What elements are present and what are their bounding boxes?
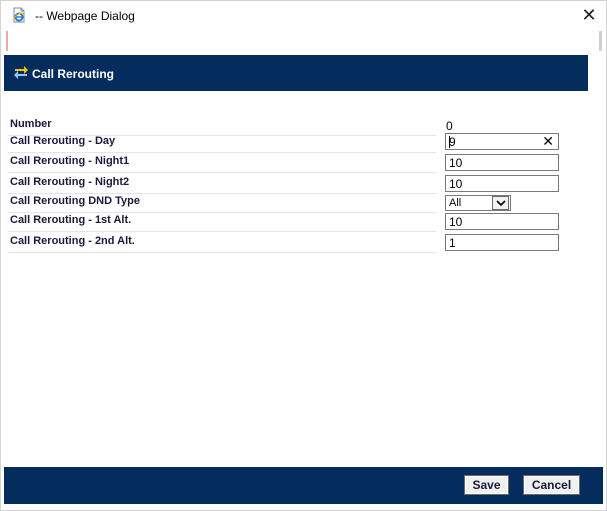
form-row-day: Call Rerouting - Day: [8, 133, 436, 153]
section-header: Call Rerouting: [4, 55, 588, 91]
number-value: 0: [446, 119, 453, 133]
night1-label: Call Rerouting - Night1: [10, 155, 130, 167]
form-row-dnd-type: Call Rerouting DND Type: [8, 193, 436, 213]
night1-input-value: 10: [449, 156, 463, 170]
section-title: Call Rerouting: [32, 67, 115, 81]
alt1-input-value: 10: [449, 215, 463, 229]
chevron-down-icon[interactable]: [492, 196, 509, 210]
save-button[interactable]: Save: [464, 475, 509, 495]
form-row-alt1: Call Rerouting - 1st Alt.: [8, 212, 436, 232]
dialog-footer: Save Cancel: [4, 467, 603, 504]
scrollbar[interactable]: [599, 31, 602, 51]
notification-strip: [6, 31, 8, 51]
alt1-label: Call Rerouting - 1st Alt.: [10, 214, 132, 226]
day-label: Call Rerouting - Day: [10, 135, 116, 147]
dnd-type-label: Call Rerouting DND Type: [10, 195, 140, 207]
alt2-input-value: 1: [449, 236, 456, 250]
window-title: -- Webpage Dialog: [35, 9, 135, 23]
form-row-alt2: Call Rerouting - 2nd Alt.: [8, 233, 436, 253]
text-caret: [449, 136, 450, 148]
dnd-type-select[interactable]: All: [445, 195, 511, 211]
alt2-label: Call Rerouting - 2nd Alt.: [10, 235, 135, 247]
ie-page-icon: [11, 7, 27, 23]
form-row-night1: Call Rerouting - Night1: [8, 153, 436, 173]
day-input[interactable]: 9 ✕: [445, 133, 559, 150]
night2-input-value: 10: [449, 177, 463, 191]
close-icon[interactable]: ✕: [579, 5, 599, 25]
alt1-input[interactable]: 10: [445, 213, 559, 230]
cancel-button[interactable]: Cancel: [523, 475, 580, 495]
dialog-window: -- Webpage Dialog ✕ Call Rerouting Numbe…: [0, 0, 607, 511]
night2-input[interactable]: 10: [445, 175, 559, 192]
title-bar: -- Webpage Dialog ✕: [1, 1, 606, 31]
night1-input[interactable]: 10: [445, 154, 559, 171]
number-label: Number: [10, 118, 52, 130]
dialog-content: Call Rerouting Number 0 Call Rerouting -…: [4, 31, 603, 467]
night2-label: Call Rerouting - Night2: [10, 176, 130, 188]
reroute-arrows-icon: [13, 66, 29, 80]
dnd-type-selected: All: [449, 197, 462, 209]
day-input-value: 9: [449, 135, 456, 149]
clear-input-icon[interactable]: ✕: [542, 133, 554, 150]
form-row-night2: Call Rerouting - Night2: [8, 174, 436, 194]
alt2-input[interactable]: 1: [445, 234, 559, 251]
